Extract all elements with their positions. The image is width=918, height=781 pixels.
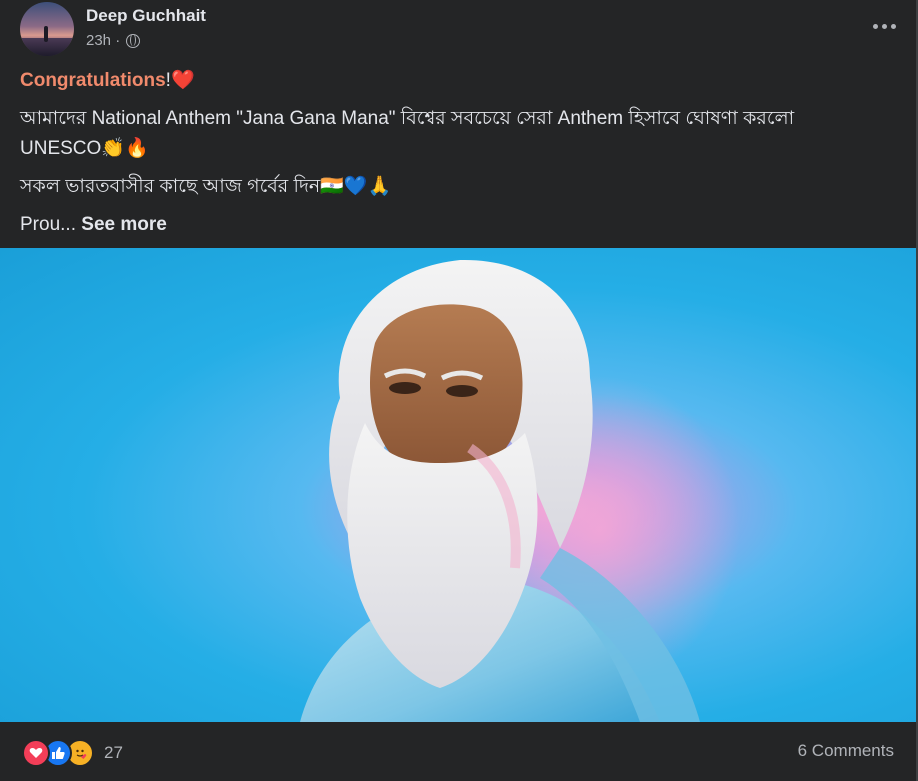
see-more-link[interactable]: See more [81, 214, 167, 235]
post-text: Congratulations!❤️ আমাদের National Anthe… [20, 64, 876, 248]
greeting: Congratulations [20, 70, 166, 91]
post-text-line-2: আমাদের National Anthem "Jana Gana Mana" … [20, 108, 795, 159]
post-text-line-4: Prou... See more [20, 210, 876, 240]
more-options-button[interactable] [868, 12, 900, 40]
timestamp[interactable]: 23h · [86, 32, 120, 49]
love-icon [22, 739, 50, 767]
greeting-suffix: !❤️ [165, 70, 195, 91]
post-footer: 27 6 Comments [0, 722, 916, 781]
author-name[interactable]: Deep Guchhait [86, 6, 206, 26]
left-eye [389, 382, 421, 394]
dot-icon [872, 23, 878, 29]
portrait-illustration [300, 259, 760, 722]
truncated-text: Prou... [20, 214, 76, 235]
feed-post: Deep Guchhait 23h · Congratulations!❤️ আ… [0, 0, 918, 781]
avatar-figure [44, 26, 48, 42]
globe-icon[interactable] [126, 33, 141, 48]
reaction-count: 27 [104, 743, 123, 762]
avatar[interactable] [20, 2, 74, 56]
dot-icon [881, 23, 887, 29]
comments-link[interactable]: 6 Comments [798, 741, 894, 761]
post-meta: 23h · [86, 32, 141, 49]
post-text-line-3: সকল ভারতবাসীর কাছে আজ গর্বের দিন🇮🇳💙🙏 [20, 176, 392, 197]
reaction-summary[interactable]: 27 [22, 739, 123, 767]
right-eye [446, 385, 478, 397]
post-image[interactable] [0, 248, 916, 722]
dot-icon [890, 23, 896, 29]
post-text-line-1: Congratulations!❤️ [20, 66, 876, 96]
post-header: Deep Guchhait 23h · [20, 2, 896, 58]
